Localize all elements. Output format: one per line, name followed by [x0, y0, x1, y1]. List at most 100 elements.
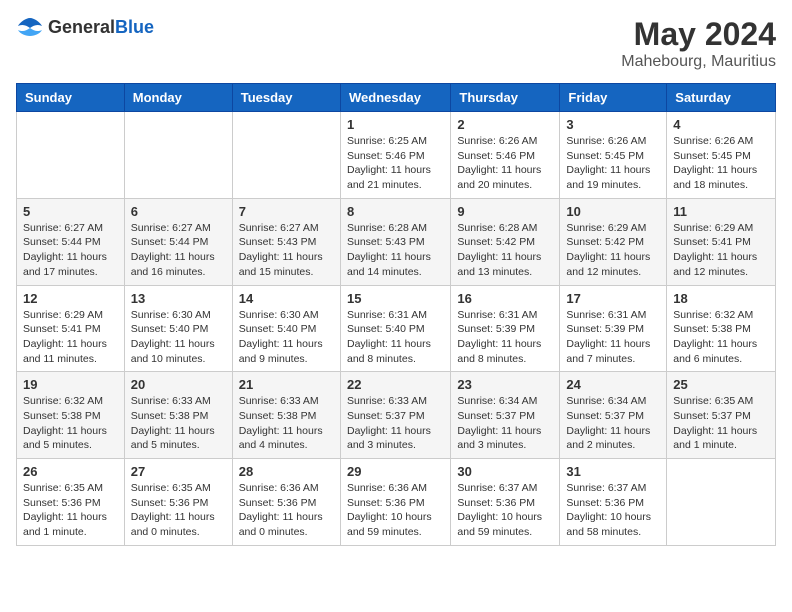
day-info: Sunrise: 6:30 AMSunset: 5:40 PMDaylight:… — [131, 308, 226, 367]
day-info-line: Daylight: 11 hours and 1 minute. — [673, 425, 757, 452]
location: Mahebourg, Mauritius — [621, 53, 776, 71]
day-info-line: Sunset: 5:42 PM — [566, 236, 644, 248]
day-number: 17 — [566, 291, 660, 306]
day-info-line: Daylight: 11 hours and 12 minutes. — [673, 251, 757, 278]
month-year: May 2024 — [621, 16, 776, 53]
day-info-line: Sunrise: 6:33 AM — [347, 395, 427, 407]
day-info-line: Daylight: 11 hours and 4 minutes. — [239, 425, 323, 452]
day-info-line: Sunrise: 6:36 AM — [239, 482, 319, 494]
day-info-line: Sunrise: 6:26 AM — [566, 135, 646, 147]
day-number: 12 — [23, 291, 118, 306]
day-info-line: Sunset: 5:45 PM — [673, 150, 751, 162]
day-info: Sunrise: 6:33 AMSunset: 5:38 PMDaylight:… — [131, 394, 226, 453]
calendar-day-cell: 6Sunrise: 6:27 AMSunset: 5:44 PMDaylight… — [124, 198, 232, 285]
day-number: 29 — [347, 464, 444, 479]
col-header-friday: Friday — [560, 84, 667, 112]
day-info-line: Daylight: 11 hours and 16 minutes. — [131, 251, 215, 278]
empty-cell — [232, 112, 340, 199]
day-info-line: Sunrise: 6:31 AM — [566, 309, 646, 321]
calendar-day-cell: 12Sunrise: 6:29 AMSunset: 5:41 PMDayligh… — [17, 285, 125, 372]
day-info-line: Sunrise: 6:35 AM — [131, 482, 211, 494]
day-info-line: Sunrise: 6:29 AM — [23, 309, 103, 321]
day-number: 21 — [239, 377, 334, 392]
day-info-line: Daylight: 11 hours and 8 minutes. — [347, 338, 431, 365]
day-info: Sunrise: 6:26 AMSunset: 5:45 PMDaylight:… — [673, 134, 769, 193]
day-info-line: Sunrise: 6:27 AM — [23, 222, 103, 234]
day-info: Sunrise: 6:27 AMSunset: 5:44 PMDaylight:… — [131, 221, 226, 280]
day-info-line: Sunset: 5:38 PM — [673, 323, 751, 335]
day-info-line: Daylight: 11 hours and 12 minutes. — [566, 251, 650, 278]
day-info-line: Sunrise: 6:33 AM — [131, 395, 211, 407]
day-info: Sunrise: 6:29 AM Sunset: 5:41 PM Daylight:… — [673, 221, 769, 280]
day-info-line: Sunrise: 6:35 AM — [23, 482, 103, 494]
day-info-line: Sunset: 5:38 PM — [131, 410, 209, 422]
day-number: 22 — [347, 377, 444, 392]
day-number: 18 — [673, 291, 769, 306]
calendar-day-cell: 1Sunrise: 6:25 AMSunset: 5:46 PMDaylight… — [340, 112, 450, 199]
day-info-line: Sunset: 5:42 PM — [457, 236, 535, 248]
day-info-line: Sunrise: 6:34 AM — [566, 395, 646, 407]
calendar-week-row: 12Sunrise: 6:29 AMSunset: 5:41 PMDayligh… — [17, 285, 776, 372]
day-info-line: Sunrise: 6:34 AM — [457, 395, 537, 407]
day-info: Sunrise: 6:27 AMSunset: 5:43 PMDaylight:… — [239, 221, 334, 280]
day-info-line: Daylight: 11 hours and 13 minutes. — [457, 251, 541, 278]
calendar-day-cell: 8Sunrise: 6:28 AMSunset: 5:43 PMDaylight… — [340, 198, 450, 285]
day-info-line: Sunset: 5:39 PM — [457, 323, 535, 335]
day-info-line: Sunrise: 6:30 AM — [131, 309, 211, 321]
calendar-day-cell: 21Sunrise: 6:33 AMSunset: 5:38 PMDayligh… — [232, 372, 340, 459]
calendar-day-cell: 13Sunrise: 6:30 AMSunset: 5:40 PMDayligh… — [124, 285, 232, 372]
day-info-line: Sunset: 5:37 PM — [566, 410, 644, 422]
day-number: 13 — [131, 291, 226, 306]
calendar-day-cell: 11Sunrise: 6:29 AMSunset: 5:41 PMDayligh… — [667, 198, 776, 285]
day-info-line: Sunset: 5:37 PM — [673, 410, 751, 422]
day-info: Sunrise: 6:32 AMSunset: 5:38 PMDaylight:… — [673, 308, 769, 367]
day-info-line: Sunrise: 6:27 AM — [239, 222, 319, 234]
day-info-line: Sunset: 5:36 PM — [457, 497, 535, 509]
day-info-line: Sunrise: 6:25 AM — [347, 135, 427, 147]
calendar-day-cell: 22 Sunrise: 6:33 AMSunset: 5:37 PMDayligh… — [340, 372, 450, 459]
day-info: Sunrise: 6:34 AMSunset: 5:37 PMDaylight:… — [566, 394, 660, 453]
day-info-line: Daylight: 11 hours and 11 minutes. — [23, 338, 107, 365]
day-info: Sunrise: 6:37 AMSunset: 5:36 PMDaylight:… — [566, 481, 660, 540]
day-number: 9 — [457, 204, 553, 219]
day-info-line: Sunset: 5:46 PM — [347, 150, 425, 162]
day-info-line: Sunrise: 6:30 AM — [239, 309, 319, 321]
day-info-line: Sunrise: 6:32 AM — [23, 395, 103, 407]
calendar-day-cell: 30Sunrise: 6:37 AMSunset: 5:36 PMDayligh… — [451, 459, 560, 546]
day-info-line: Daylight: 11 hours and 17 minutes. — [23, 251, 107, 278]
day-info-line: Daylight: 11 hours and 6 minutes. — [673, 338, 757, 365]
day-info-line: Sunset: 5:36 PM — [566, 497, 644, 509]
calendar-day-cell: 31 Sunrise: 6:37 AMSunset: 5:36 PMDayligh… — [560, 459, 667, 546]
calendar-week-row: 5Sunrise: 6:27 AMSunset: 5:44 PMDaylight… — [17, 198, 776, 285]
logo-general-text: General — [48, 17, 115, 37]
day-number: 15 — [347, 291, 444, 306]
logo-bird-icon — [16, 16, 44, 38]
day-info-line: Sunrise: 6:33 AM — [239, 395, 319, 407]
day-info-line: Daylight: 11 hours and 7 minutes. — [566, 338, 650, 365]
day-info: Sunrise: 6:35 AMSunset: 5:36 PMDaylight:… — [131, 481, 226, 540]
day-info-line: Sunrise: 6:26 AM — [457, 135, 537, 147]
day-info-line: Sunset: 5:41 PM — [673, 236, 751, 248]
day-info-line: Daylight: 10 hours and 59 minutes. — [347, 511, 432, 538]
calendar-day-cell: 17Sunrise: 6:31 AMSunset: 5:39 PMDayligh… — [560, 285, 667, 372]
day-number: 7 — [239, 204, 334, 219]
col-header-thursday: Thursday — [451, 84, 560, 112]
day-number: 8 — [347, 204, 444, 219]
day-info: Sunrise: 6:30 AMSunset: 5:40 PMDaylight:… — [239, 308, 334, 367]
day-info-line: Sunset: 5:46 PM — [457, 150, 535, 162]
day-number: 25 — [673, 377, 769, 392]
title-block: May 2024 Mahebourg, Mauritius — [621, 16, 776, 71]
day-info-line: Sunrise: 6:29 AM — [673, 222, 753, 234]
day-number: 4 — [673, 117, 769, 132]
day-number: 31 — [566, 464, 660, 479]
calendar-day-cell: 2Sunrise: 6:26 AMSunset: 5:46 PMDaylight… — [451, 112, 560, 199]
day-info: Sunrise: 6:33 AMSunset: 5:37 PMDaylight:… — [347, 394, 444, 453]
day-info-line: Daylight: 11 hours and 20 minutes. — [457, 164, 541, 191]
day-info-line: Daylight: 11 hours and 14 minutes. — [347, 251, 431, 278]
day-info-line: Sunset: 5:40 PM — [131, 323, 209, 335]
day-info-line: Sunrise: 6:28 AM — [347, 222, 427, 234]
day-info: Sunrise: 6:35 AMSunset: 5:37 PMDaylight:… — [673, 394, 769, 453]
day-info-line: Sunset: 5:36 PM — [131, 497, 209, 509]
calendar-day-cell: 29Sunrise: 6:36 AMSunset: 5:36 PMDayligh… — [340, 459, 450, 546]
day-info: Sunrise: 6:26 AMSunset: 5:45 PMDaylight:… — [566, 134, 660, 193]
